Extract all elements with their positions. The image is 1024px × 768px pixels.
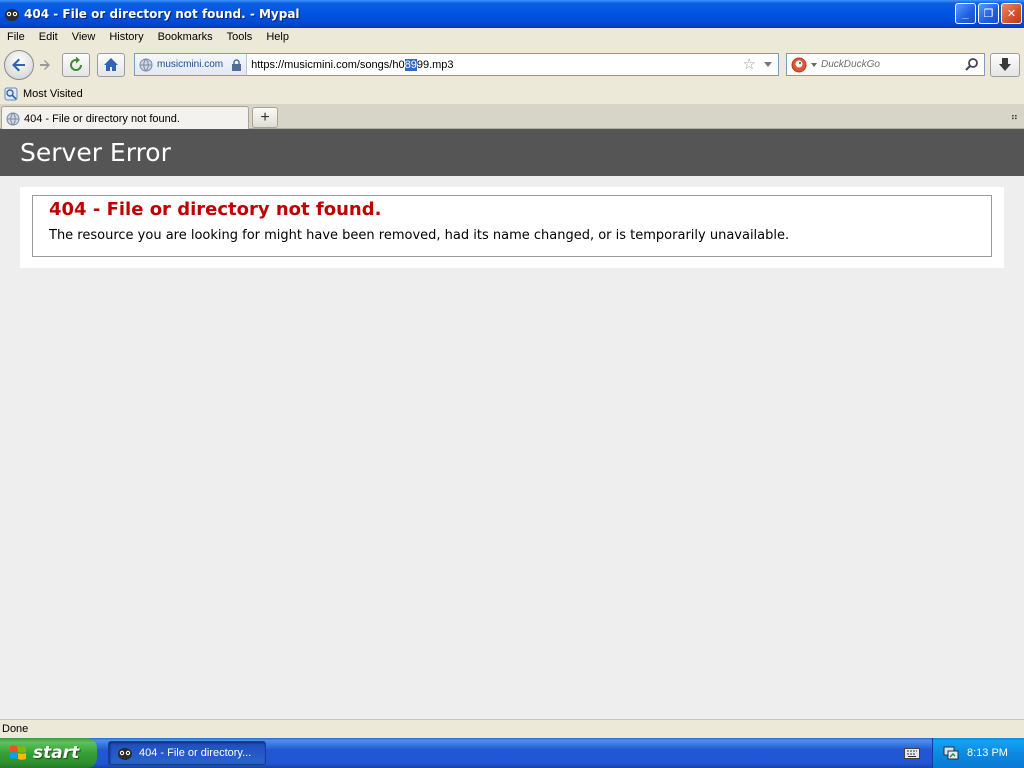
status-bar: Done <box>0 719 1024 738</box>
taskbar-item-browser[interactable]: 404 - File or directory... <box>108 741 266 765</box>
minimize-button[interactable]: _ <box>955 3 976 24</box>
bookmark-star-icon[interactable]: ☆ <box>743 56 756 73</box>
url-text-start: https://musicmini.com/songs/h0 <box>251 58 405 71</box>
maximize-button[interactable]: ❐ <box>978 3 999 24</box>
navigation-toolbar: musicmini.com https://musicmini.com/song… <box>0 45 1024 84</box>
mypal-app-icon <box>5 9 19 21</box>
window-title: 404 - File or directory not found. - Myp… <box>24 7 300 21</box>
downloads-button[interactable] <box>990 53 1020 77</box>
new-tab-button[interactable]: + <box>252 107 278 128</box>
bookmark-label: Most Visited <box>23 88 83 100</box>
taskbar-item-label: 404 - File or directory... <box>139 747 252 759</box>
reload-icon <box>70 57 82 71</box>
address-bar[interactable]: musicmini.com https://musicmini.com/song… <box>134 53 779 76</box>
error-message: The resource you are looking for might h… <box>49 228 790 243</box>
taskbar: start 404 - File or directory... 8:13 PM <box>0 738 1024 768</box>
back-button[interactable] <box>4 50 34 80</box>
back-arrow-icon <box>12 58 25 72</box>
lock-icon <box>232 58 242 71</box>
menu-edit[interactable]: Edit <box>32 31 65 43</box>
page-content: Server Error 404 - File or directory not… <box>0 129 1024 719</box>
window-title-bar[interactable]: 404 - File or directory not found. - Myp… <box>0 0 1024 28</box>
search-bar[interactable]: DuckDuckGo <box>786 53 985 76</box>
status-text: Done <box>2 723 29 735</box>
mypal-app-icon <box>118 748 132 760</box>
url-text-end: 99.mp3 <box>416 58 454 71</box>
network-icon[interactable] <box>943 745 959 761</box>
windows-flag-icon <box>10 745 26 760</box>
bookmark-most-visited[interactable]: Most Visited <box>0 87 83 101</box>
menu-history[interactable]: History <box>102 31 150 43</box>
menu-view[interactable]: View <box>65 31 103 43</box>
search-input[interactable]: DuckDuckGo <box>821 59 880 70</box>
home-button[interactable] <box>97 53 125 77</box>
url-selection: 89 <box>404 58 417 71</box>
site-identity-label: musicmini.com <box>157 59 224 70</box>
reload-button[interactable] <box>62 53 90 77</box>
menu-bar: File Edit View History Bookmarks Tools H… <box>0 28 1024 45</box>
clock[interactable]: 8:13 PM <box>967 747 1008 759</box>
start-label: start <box>33 743 80 763</box>
tab-active[interactable]: 404 - File or directory not found. <box>1 106 249 130</box>
error-container: 404 - File or directory not found. The r… <box>20 187 1004 268</box>
globe-icon <box>139 58 153 71</box>
tab-label: 404 - File or directory not found. <box>24 112 180 125</box>
globe-icon <box>6 112 20 125</box>
close-button[interactable]: ✕ <box>1001 3 1022 24</box>
tab-strip: 404 - File or directory not found. + ⠶ <box>0 104 1024 130</box>
bookmarks-toolbar: Most Visited <box>0 84 1024 104</box>
history-dropdown-icon[interactable] <box>763 59 773 69</box>
server-error-header: Server Error <box>0 129 1024 176</box>
error-title: 404 - File or directory not found. <box>49 199 382 220</box>
most-visited-icon <box>4 87 18 101</box>
menu-help[interactable]: Help <box>259 31 296 43</box>
forward-button[interactable] <box>34 54 56 76</box>
keyboard-icon[interactable] <box>904 746 920 760</box>
url-text[interactable]: https://musicmini.com/songs/h08999.mp3 <box>251 58 454 71</box>
site-identity-button[interactable]: musicmini.com <box>135 54 248 75</box>
chevron-down-icon <box>811 62 817 67</box>
menu-bookmarks[interactable]: Bookmarks <box>151 31 220 43</box>
list-all-tabs-icon[interactable]: ⠶ <box>1011 112 1018 123</box>
menu-tools[interactable]: Tools <box>220 31 260 43</box>
menu-file[interactable]: File <box>0 31 32 43</box>
start-button[interactable]: start <box>0 738 97 768</box>
search-engine-selector[interactable] <box>787 57 819 73</box>
search-icon[interactable] <box>965 57 979 71</box>
duckduckgo-icon <box>791 57 807 72</box>
home-icon <box>104 58 118 71</box>
error-box: 404 - File or directory not found. The r… <box>32 195 992 257</box>
forward-arrow-icon <box>40 60 50 70</box>
download-arrow-icon <box>999 58 1011 71</box>
system-tray: 8:13 PM <box>932 738 1024 768</box>
